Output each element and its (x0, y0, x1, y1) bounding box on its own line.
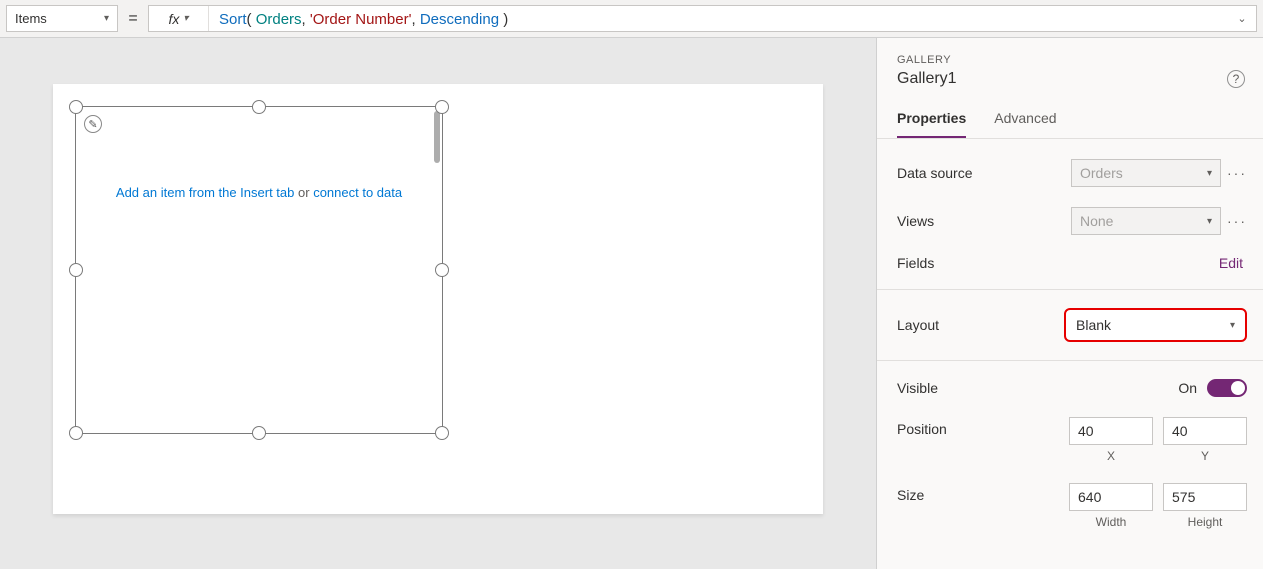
formula-bar: Items ▾ = fx ▾ Sort( Orders, 'Order Numb… (0, 0, 1263, 38)
row-position: Position X Y (877, 407, 1263, 473)
position-y-input[interactable] (1163, 417, 1247, 445)
resize-handle[interactable] (435, 100, 449, 114)
panel-body: Data source Orders ▾ ··· Views None ▾ ··… (877, 139, 1263, 559)
row-layout: Layout Blank ▾ (877, 298, 1263, 352)
resize-handle[interactable] (69, 426, 83, 440)
chevron-down-icon: ▾ (1230, 320, 1235, 331)
help-icon[interactable]: ? (1227, 70, 1245, 88)
resize-handle[interactable] (69, 263, 83, 277)
panel-header: GALLERY Gallery1 ? (877, 38, 1263, 88)
connect-data-link[interactable]: connect to data (313, 185, 402, 200)
edit-pencil-icon[interactable]: ✎ (84, 115, 102, 133)
control-name[interactable]: Gallery1 (897, 70, 957, 88)
size-width-label: Width (1069, 515, 1153, 529)
resize-handle[interactable] (435, 426, 449, 440)
gallery-empty-hint: Add an item from the Insert tab or conne… (76, 185, 442, 200)
position-x-input[interactable] (1069, 417, 1153, 445)
size-height-label: Height (1163, 515, 1247, 529)
label-layout: Layout (897, 317, 939, 333)
equals-sign: = (118, 10, 148, 28)
app-screen[interactable]: ✎ Add an item from the Insert tab or con… (53, 84, 823, 514)
resize-handle[interactable] (252, 426, 266, 440)
resize-handle[interactable] (69, 100, 83, 114)
row-fields: Fields Edit (877, 245, 1263, 281)
tab-advanced[interactable]: Advanced (994, 110, 1056, 138)
row-data-source: Data source Orders ▾ ··· (877, 149, 1263, 197)
resize-handle[interactable] (252, 100, 266, 114)
property-dropdown[interactable]: Items ▾ (6, 5, 118, 32)
label-size: Size (897, 483, 924, 503)
position-y-label: Y (1163, 449, 1247, 463)
chevron-down-icon: ▾ (104, 13, 109, 24)
chevron-down-icon: ▾ (183, 13, 188, 24)
resize-handle[interactable] (435, 263, 449, 277)
position-x-label: X (1069, 449, 1153, 463)
formula-expand-button[interactable]: ⌄ (1228, 12, 1256, 25)
layout-value: Blank (1076, 317, 1111, 333)
row-views: Views None ▾ ··· (877, 197, 1263, 245)
label-data-source: Data source (897, 165, 972, 181)
tab-properties[interactable]: Properties (897, 110, 966, 138)
row-visible: Visible On (877, 369, 1263, 407)
data-source-more-icon[interactable]: ··· (1227, 165, 1247, 181)
chevron-down-icon: ▾ (1207, 168, 1212, 179)
views-value: None (1080, 213, 1113, 229)
views-dropdown[interactable]: None ▾ (1071, 207, 1221, 235)
views-more-icon[interactable]: ··· (1227, 213, 1247, 229)
row-size: Size Width Height (877, 473, 1263, 539)
property-dropdown-label: Items (15, 11, 47, 26)
gallery-scrollbar[interactable] (434, 111, 440, 163)
control-type-label: GALLERY (897, 54, 1245, 66)
size-width-input[interactable] (1069, 483, 1153, 511)
formula-input[interactable]: Sort( Orders, 'Order Number', Descending… (209, 10, 1228, 28)
canvas-area: ✎ Add an item from the Insert tab or con… (0, 38, 876, 569)
data-source-value: Orders (1080, 165, 1123, 181)
label-position: Position (897, 417, 947, 437)
properties-panel: GALLERY Gallery1 ? Properties Advanced D… (876, 38, 1263, 569)
divider (877, 289, 1263, 290)
panel-tabs: Properties Advanced (877, 110, 1263, 139)
label-views: Views (897, 213, 934, 229)
chevron-down-icon: ▾ (1207, 216, 1212, 227)
hint-mid: or (294, 185, 313, 200)
insert-tab-link[interactable]: Add an item from the Insert tab (116, 185, 294, 200)
layout-dropdown[interactable]: Blank ▾ (1064, 308, 1247, 342)
visible-state-text: On (1178, 380, 1197, 396)
label-visible: Visible (897, 380, 938, 396)
fields-edit-link[interactable]: Edit (1219, 255, 1243, 271)
size-height-input[interactable] (1163, 483, 1247, 511)
gallery-control-selected[interactable]: ✎ Add an item from the Insert tab or con… (75, 106, 443, 434)
data-source-dropdown[interactable]: Orders ▾ (1071, 159, 1221, 187)
fx-label-text: fx (169, 11, 180, 27)
divider (877, 360, 1263, 361)
formula-input-container: fx ▾ Sort( Orders, 'Order Number', Desce… (148, 5, 1257, 32)
label-fields: Fields (897, 255, 934, 271)
visible-toggle[interactable] (1207, 379, 1247, 397)
fx-button[interactable]: fx ▾ (149, 6, 209, 31)
